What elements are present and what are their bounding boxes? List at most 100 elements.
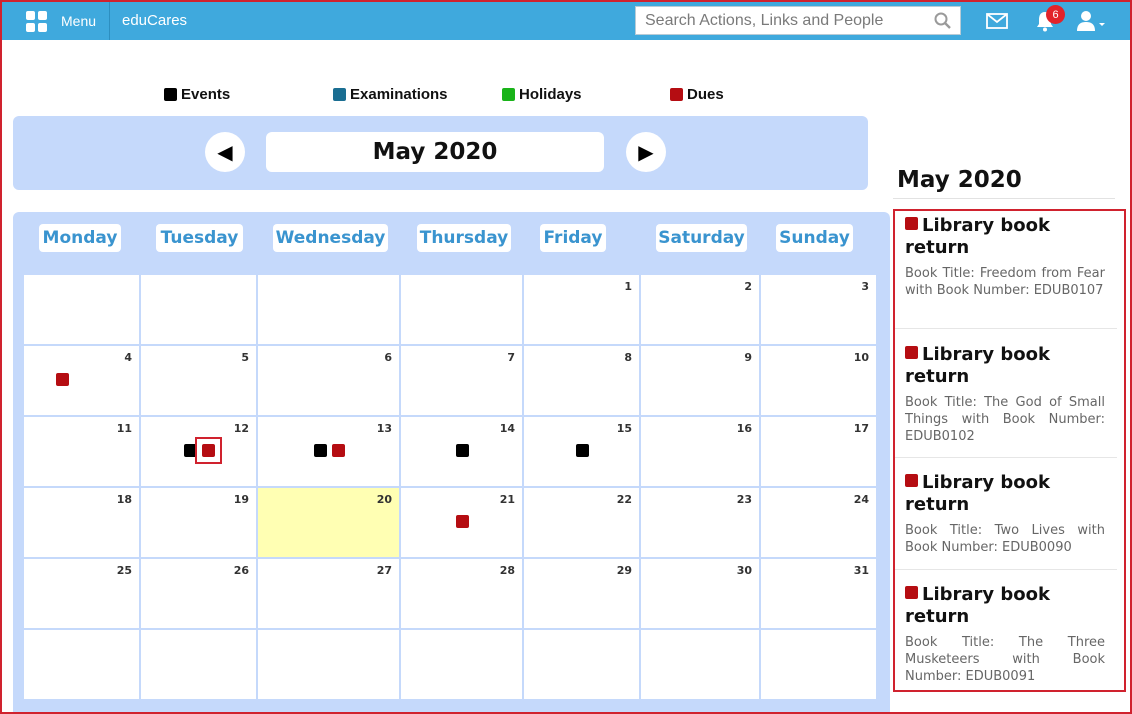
calendar-day-cell[interactable]: 15 xyxy=(524,417,641,488)
calendar-day-cell[interactable]: 17 xyxy=(761,417,878,488)
day-number: 17 xyxy=(853,422,869,435)
day-number: 19 xyxy=(233,493,249,506)
legend-swatch xyxy=(164,88,177,101)
calendar-day-cell[interactable] xyxy=(24,630,141,701)
day-number: 1 xyxy=(624,280,632,293)
calendar-day-cell[interactable]: 16 xyxy=(641,417,761,488)
calendar: Monday Tuesday Wednesday Thursday Friday… xyxy=(13,212,890,712)
calendar-day-cell[interactable]: 21 xyxy=(401,488,524,559)
calendar-day-cell[interactable]: 22 xyxy=(524,488,641,559)
day-number: 16 xyxy=(736,422,752,435)
calendar-day-cell[interactable]: 24 xyxy=(761,488,878,559)
due-entry[interactable]: Library book return Book Title: The Thre… xyxy=(905,584,1105,685)
calendar-day-cell[interactable]: 18 xyxy=(24,488,141,559)
event-marker[interactable] xyxy=(314,444,327,457)
calendar-day-cell[interactable]: 9 xyxy=(641,346,761,417)
weekday-tuesday: Tuesday xyxy=(156,224,243,252)
calendar-day-cell[interactable]: 5 xyxy=(141,346,258,417)
calendar-day-cell[interactable]: 6 xyxy=(258,346,401,417)
day-number: 10 xyxy=(853,351,869,364)
calendar-day-cell[interactable]: 13 xyxy=(258,417,401,488)
calendar-day-cell[interactable]: 25 xyxy=(24,559,141,630)
legend-swatch xyxy=(502,88,515,101)
calendar-day-cell[interactable] xyxy=(141,630,258,701)
notification-badge: 6 xyxy=(1046,5,1065,24)
calendar-day-cell[interactable]: 19 xyxy=(141,488,258,559)
menu-button[interactable]: Menu xyxy=(16,2,110,40)
due-entry-title: Library book return xyxy=(905,472,1051,515)
day-number: 4 xyxy=(124,351,132,364)
calendar-day-cell[interactable]: 3 xyxy=(761,275,878,346)
divider xyxy=(895,457,1117,458)
day-number: 20 xyxy=(376,493,392,506)
calendar-day-cell[interactable] xyxy=(401,630,524,701)
event-marker[interactable] xyxy=(456,444,469,457)
day-number: 31 xyxy=(853,564,869,577)
calendar-day-cell[interactable]: 28 xyxy=(401,559,524,630)
search-input[interactable] xyxy=(636,7,926,34)
calendar-day-cell[interactable]: 29 xyxy=(524,559,641,630)
next-month-button[interactable]: ▶ xyxy=(626,132,666,172)
legend-label: Holidays xyxy=(519,86,582,103)
calendar-day-cell[interactable]: 31 xyxy=(761,559,878,630)
calendar-day-cell[interactable]: 2 xyxy=(641,275,761,346)
calendar-day-cell[interactable]: 12 xyxy=(141,417,258,488)
legend-swatch xyxy=(333,88,346,101)
due-entry[interactable]: Library book return Book Title: Freedom … xyxy=(905,215,1105,299)
day-number: 26 xyxy=(233,564,249,577)
event-marker[interactable] xyxy=(576,444,589,457)
due-entry-title-wrap: Library book return xyxy=(905,215,1105,259)
due-marker[interactable] xyxy=(456,515,469,528)
calendar-day-cell[interactable] xyxy=(258,630,401,701)
calendar-grid: 1 2 3 4 5 6 7 8 9 10 11 12 13 14 15 16 17 18 19 20 21 22 23 24 2… xyxy=(24,275,878,701)
legend-holidays: Holidays xyxy=(502,86,582,103)
user-icon[interactable] xyxy=(1076,10,1106,32)
calendar-day-cell[interactable]: 14 xyxy=(401,417,524,488)
calendar-day-cell[interactable] xyxy=(141,275,258,346)
calendar-day-cell[interactable]: 26 xyxy=(141,559,258,630)
weekday-wednesday: Wednesday xyxy=(273,224,388,252)
calendar-day-cell[interactable]: 23 xyxy=(641,488,761,559)
legend-events: Events xyxy=(164,86,230,103)
search-box xyxy=(635,6,961,35)
prev-month-button[interactable]: ◀ xyxy=(205,132,245,172)
mail-icon[interactable] xyxy=(986,13,1008,29)
month-navigation: ◀ May 2020 ▶ xyxy=(13,116,868,190)
calendar-day-cell[interactable] xyxy=(761,630,878,701)
legend-dues: Dues xyxy=(670,86,724,103)
due-entry-title-wrap: Library book return xyxy=(905,472,1105,516)
search-icon[interactable] xyxy=(934,12,952,30)
event-marker[interactable] xyxy=(184,444,197,457)
calendar-day-cell[interactable]: 30 xyxy=(641,559,761,630)
calendar-day-cell[interactable] xyxy=(524,630,641,701)
month-title: May 2020 xyxy=(266,132,604,172)
calendar-day-cell[interactable]: 20 xyxy=(258,488,401,559)
day-number: 12 xyxy=(233,422,249,435)
calendar-day-cell[interactable]: 27 xyxy=(258,559,401,630)
legend-label: Dues xyxy=(687,86,724,103)
due-entry-desc: Book Title: Two Lives with Book Number: … xyxy=(905,523,1105,555)
calendar-day-cell[interactable]: 1 xyxy=(524,275,641,346)
due-entry[interactable]: Library book return Book Title: The God … xyxy=(905,344,1105,445)
due-marker[interactable] xyxy=(56,373,69,386)
calendar-day-cell[interactable]: 10 xyxy=(761,346,878,417)
calendar-day-cell[interactable] xyxy=(401,275,524,346)
calendar-day-cell[interactable]: 11 xyxy=(24,417,141,488)
due-entry-desc: Book Title: The Three Musketeers with Bo… xyxy=(905,635,1105,684)
divider xyxy=(895,569,1117,570)
due-marker[interactable] xyxy=(332,444,345,457)
calendar-day-cell[interactable]: 4 xyxy=(24,346,141,417)
legend-swatch xyxy=(670,88,683,101)
brand-name[interactable]: eduCares xyxy=(122,12,187,29)
weekday-friday: Friday xyxy=(540,224,606,252)
due-entry[interactable]: Library book return Book Title: Two Live… xyxy=(905,472,1105,556)
calendar-day-cell[interactable] xyxy=(24,275,141,346)
day-number: 14 xyxy=(499,422,515,435)
due-marker[interactable] xyxy=(202,444,215,457)
day-number: 8 xyxy=(624,351,632,364)
calendar-day-cell[interactable]: 8 xyxy=(524,346,641,417)
calendar-day-cell[interactable] xyxy=(258,275,401,346)
legend-label: Examinations xyxy=(350,86,448,103)
calendar-day-cell[interactable] xyxy=(641,630,761,701)
calendar-day-cell[interactable]: 7 xyxy=(401,346,524,417)
